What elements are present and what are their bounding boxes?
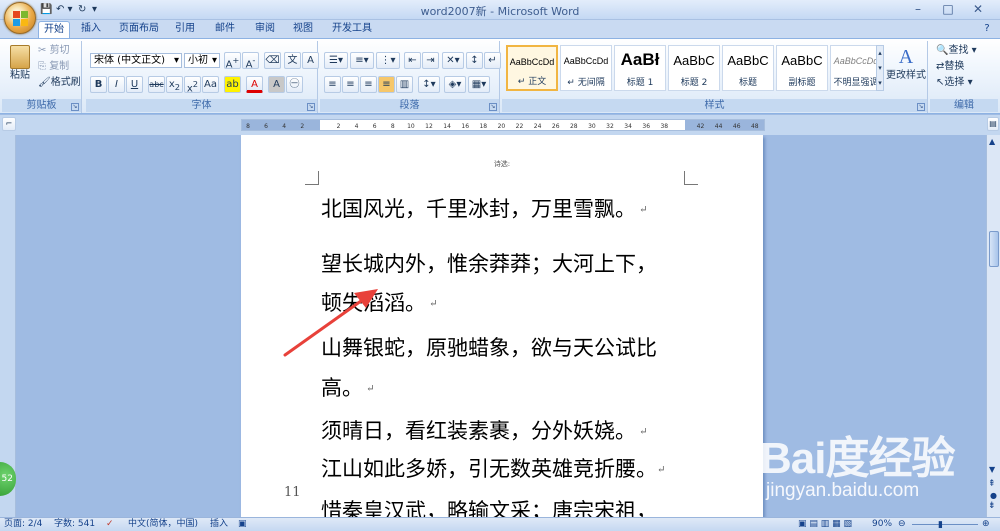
office-button[interactable] bbox=[4, 2, 36, 34]
arrow-shaft bbox=[283, 294, 370, 357]
language-indicator[interactable]: 中文(简体，中国) bbox=[128, 518, 198, 531]
proofing-icon[interactable]: ✓ bbox=[106, 518, 114, 531]
view-buttons[interactable]: ▣ ▤ ▥ ▦ ▧ bbox=[798, 518, 852, 531]
baidu-watermark: Bai度经验 jingyan.baidu.com bbox=[760, 422, 996, 512]
zoom-out-icon[interactable]: ⊖ bbox=[898, 518, 906, 531]
page-indicator[interactable]: 页面: 2/4 bbox=[4, 518, 42, 531]
macro-record-icon[interactable]: ▣ bbox=[238, 518, 247, 531]
zoom-slider[interactable] bbox=[912, 524, 978, 525]
office-logo-icon bbox=[13, 11, 29, 27]
watermark-url: jingyan.baidu.com bbox=[766, 480, 920, 501]
insert-mode[interactable]: 插入 bbox=[210, 518, 228, 531]
zoom-level[interactable]: 90% bbox=[872, 518, 892, 531]
word-count[interactable]: 字数: 541 bbox=[54, 518, 95, 531]
baidu-logo: Bai度经验 bbox=[760, 434, 955, 483]
zoom-in-icon[interactable]: ⊕ bbox=[982, 518, 990, 531]
zoom-slider-thumb[interactable]: ▮ bbox=[938, 519, 943, 531]
status-bar: 页面: 2/4 字数: 541 ✓ 中文(简体，中国) 插入 ▣ ▣ ▤ ▥ ▦… bbox=[0, 517, 1000, 531]
